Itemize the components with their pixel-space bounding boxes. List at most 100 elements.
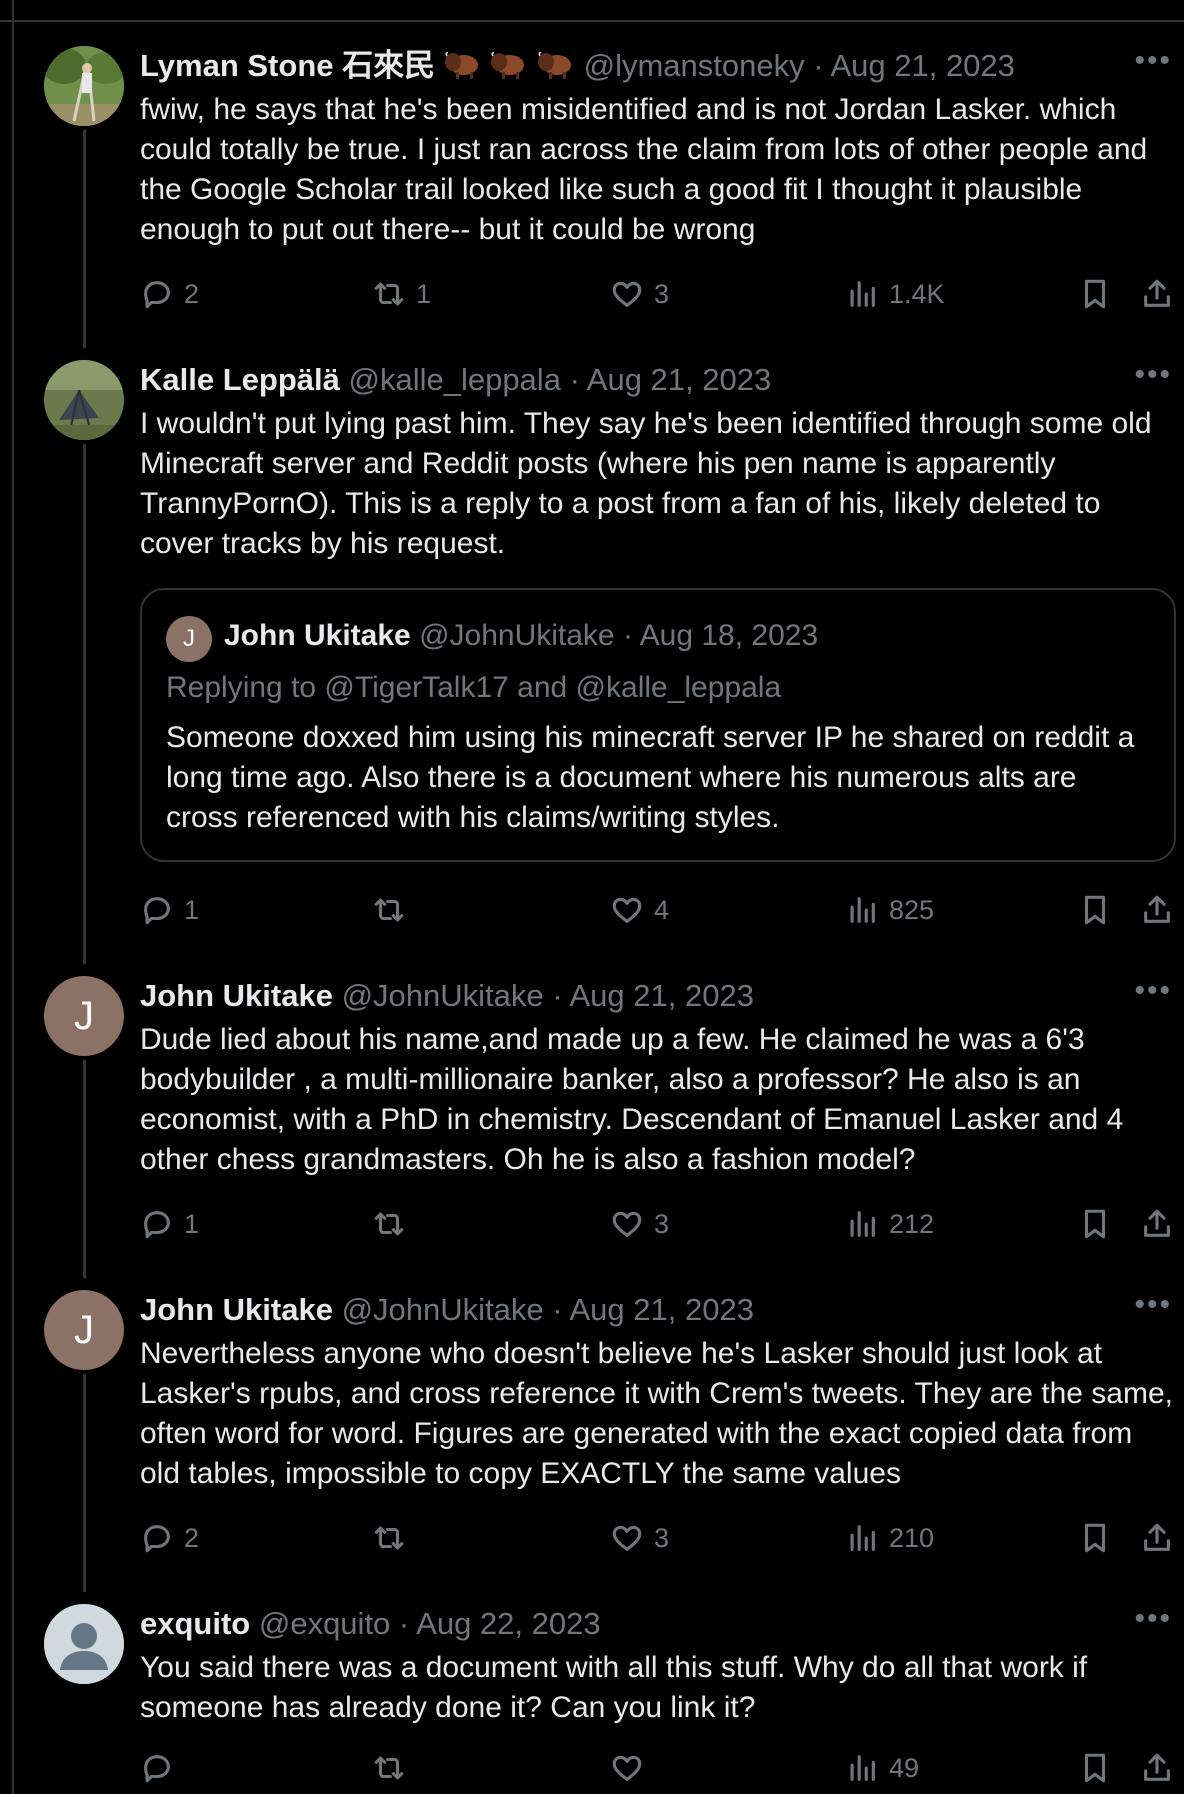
- bookmark-button[interactable]: [1078, 1518, 1112, 1558]
- tweet[interactable]: Lyman Stone 石來民 @lymanstoneky · Aug 21, …: [0, 46, 1184, 336]
- reply-count: 2: [184, 278, 200, 309]
- author-name[interactable]: Lyman Stone 石來民: [140, 48, 435, 83]
- views-button[interactable]: 210: [845, 1518, 934, 1558]
- repost-icon: [374, 282, 404, 306]
- tweet-text: Nevertheless anyone who doesn't believe …: [140, 1337, 1173, 1490]
- avatar[interactable]: [44, 360, 124, 440]
- views-chart-icon: [850, 1755, 875, 1781]
- avatar[interactable]: J: [44, 976, 124, 1056]
- tweet[interactable]: J John Ukitake @JohnUkitake · Aug 21, 20…: [0, 976, 1184, 1266]
- more-options-icon[interactable]: •••: [1134, 1290, 1172, 1320]
- author-name[interactable]: exquito: [140, 1606, 250, 1641]
- views-chart-icon: [850, 897, 875, 923]
- bookmark-icon: [1084, 1753, 1106, 1783]
- tweet-date[interactable]: · Aug 21, 2023: [552, 978, 754, 1013]
- like-button[interactable]: 3: [610, 1204, 669, 1244]
- author-name[interactable]: John Ukitake: [140, 978, 333, 1013]
- view-count: 1.4K: [889, 278, 945, 309]
- bookmark-button[interactable]: [1078, 1748, 1112, 1788]
- reply-icon: [144, 1525, 170, 1553]
- reply-button[interactable]: 2: [140, 274, 199, 314]
- views-button[interactable]: 1.4K: [845, 274, 945, 314]
- quoted-author-name: John Ukitake: [224, 619, 411, 652]
- reply-button[interactable]: 2: [140, 1518, 199, 1558]
- repost-icon: [374, 898, 404, 922]
- author-handle[interactable]: @lymanstoneky: [584, 48, 805, 83]
- more-options-icon[interactable]: •••: [1134, 1604, 1172, 1634]
- like-button[interactable]: 3: [610, 1518, 669, 1558]
- avatar[interactable]: J: [44, 1290, 124, 1370]
- quoted-date: · Aug 18, 2023: [622, 619, 819, 652]
- author-name[interactable]: Kalle Leppälä: [140, 362, 340, 397]
- author-handle[interactable]: @JohnUkitake: [342, 978, 544, 1013]
- share-icon: [1144, 1209, 1170, 1237]
- tweet-actions: 1 3 212: [140, 1204, 1180, 1244]
- bison-emoji-icon: [444, 52, 478, 79]
- tweet-date[interactable]: · Aug 21, 2023: [570, 362, 772, 397]
- author-handle[interactable]: @kalle_leppala: [348, 362, 560, 397]
- view-count: 49: [889, 1752, 920, 1783]
- tweet[interactable]: exquito @exquito · Aug 22, 2023 ••• You …: [0, 1604, 1184, 1794]
- reply-button[interactable]: 1: [140, 1204, 199, 1244]
- more-options-icon[interactable]: •••: [1134, 976, 1172, 1006]
- repost-button[interactable]: [372, 1204, 416, 1244]
- tweet-date[interactable]: · Aug 21, 2023: [813, 48, 1015, 83]
- tweet-date[interactable]: · Aug 22, 2023: [399, 1606, 601, 1641]
- bison-emojis: [444, 48, 584, 83]
- more-options-icon[interactable]: •••: [1134, 46, 1172, 76]
- bison-emoji-icon: [537, 52, 571, 79]
- tweet-date[interactable]: · Aug 21, 2023: [552, 1292, 754, 1327]
- share-icon: [1144, 1523, 1170, 1551]
- author-name[interactable]: John Ukitake: [140, 1292, 333, 1327]
- repost-button[interactable]: [372, 890, 416, 930]
- bookmark-button[interactable]: [1078, 1204, 1112, 1244]
- reply-button[interactable]: 1: [140, 890, 199, 930]
- views-button[interactable]: 49: [845, 1748, 919, 1788]
- repost-button[interactable]: 1: [372, 274, 431, 314]
- share-button[interactable]: [1140, 1748, 1174, 1788]
- share-button[interactable]: [1140, 890, 1174, 930]
- views-chart-icon: [850, 1525, 875, 1551]
- top-divider: [0, 20, 1184, 22]
- quoted-tweet[interactable]: J John Ukitake @JohnUkitake · Aug 18, 20…: [140, 588, 1176, 862]
- bookmark-button[interactable]: [1078, 274, 1112, 314]
- quoted-avatar[interactable]: J: [166, 616, 212, 662]
- tweet-actions: 2 3 210: [140, 1518, 1180, 1558]
- avatar[interactable]: [44, 46, 124, 126]
- tweet-header: John Ukitake @JohnUkitake · Aug 21, 2023: [140, 978, 754, 1014]
- reply-button[interactable]: [140, 1748, 184, 1788]
- tweet-actions: 49: [140, 1748, 1180, 1788]
- tweet-header: Lyman Stone 石來民 @lymanstoneky · Aug 21, …: [140, 48, 1015, 84]
- views-button[interactable]: 825: [845, 890, 934, 930]
- bookmark-icon: [1084, 279, 1106, 309]
- like-count: 3: [654, 1522, 670, 1553]
- repost-button[interactable]: [372, 1748, 416, 1788]
- avatar[interactable]: [44, 1604, 124, 1684]
- views-button[interactable]: 212: [845, 1204, 934, 1244]
- repost-icon: [374, 1756, 404, 1780]
- like-button[interactable]: [610, 1748, 654, 1788]
- tweet-header: exquito @exquito · Aug 22, 2023: [140, 1606, 601, 1642]
- heart-icon: [612, 1525, 642, 1551]
- bookmark-button[interactable]: [1078, 890, 1112, 930]
- share-button[interactable]: [1140, 1204, 1174, 1244]
- share-button[interactable]: [1140, 274, 1174, 314]
- repost-button[interactable]: [372, 1518, 416, 1558]
- reply-icon: [144, 897, 170, 925]
- author-handle[interactable]: @JohnUkitake: [342, 1292, 544, 1327]
- bookmark-icon: [1084, 895, 1106, 925]
- share-button[interactable]: [1140, 1518, 1174, 1558]
- like-button[interactable]: 4: [610, 890, 669, 930]
- tweet-text: You said there was a document with all t…: [140, 1651, 1088, 1724]
- avatar-photo: [44, 46, 124, 126]
- bison-emoji-icon: [491, 52, 525, 79]
- like-count: 3: [654, 1208, 670, 1239]
- tweet[interactable]: J John Ukitake @JohnUkitake · Aug 21, 20…: [0, 1290, 1184, 1580]
- tweet[interactable]: Kalle Leppälä @kalle_leppala · Aug 21, 2…: [0, 360, 1184, 950]
- more-options-icon[interactable]: •••: [1134, 360, 1172, 390]
- author-handle[interactable]: @exquito: [259, 1606, 390, 1641]
- like-button[interactable]: 3: [610, 274, 669, 314]
- share-icon: [1144, 279, 1170, 307]
- bookmark-icon: [1084, 1523, 1106, 1553]
- reply-count: 2: [184, 1522, 200, 1553]
